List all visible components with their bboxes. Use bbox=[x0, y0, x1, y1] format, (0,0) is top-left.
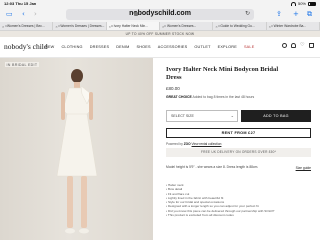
nav-item-accessories[interactable]: ACCESSORIES bbox=[158, 45, 188, 49]
model-photo bbox=[56, 69, 98, 234]
model-size-info: Model height is 5'9" - she wears a size … bbox=[166, 165, 259, 169]
main-nav: NEW CLOTHING DRESSES DENIM SHOES ACCESSO… bbox=[45, 45, 254, 49]
url-text: nobodyschild.com bbox=[129, 10, 191, 17]
product-price: £80.00 bbox=[166, 86, 180, 91]
browser-tab[interactable]: × Women's Dresses | Bec... bbox=[0, 22, 54, 30]
battery-icon bbox=[308, 1, 316, 6]
nav-item-clothing[interactable]: CLOTHING bbox=[61, 45, 82, 49]
popularity-note: GREAT CHOICE Added to bag 8 times in the… bbox=[166, 95, 255, 99]
heart-icon[interactable]: ♡ bbox=[300, 43, 305, 48]
nav-item-sale[interactable]: SALE bbox=[244, 45, 255, 49]
back-icon[interactable]: ‹ bbox=[22, 10, 25, 18]
lock-icon bbox=[134, 12, 138, 16]
site-logo[interactable]: nobody's child bbox=[4, 42, 48, 51]
share-icon[interactable]: ⇪ bbox=[276, 10, 282, 18]
nav-item-outlet[interactable]: OUTLET bbox=[194, 45, 210, 49]
product-badge: IN BRIDAL EDIT bbox=[5, 62, 39, 68]
favicon-icon bbox=[217, 25, 220, 27]
status-indicators: 50% bbox=[290, 1, 316, 6]
tab-overview-icon[interactable]: ⧉ bbox=[307, 10, 312, 18]
browser-tab[interactable]: × Women's Dresses | Dresses... bbox=[53, 22, 107, 30]
product-title: Ivory Halter Neck Mini Bodycon Bridal Dr… bbox=[166, 66, 279, 81]
reload-icon[interactable]: ↻ bbox=[245, 10, 250, 17]
product-image[interactable]: IN BRIDAL EDIT bbox=[0, 58, 153, 240]
favicon-icon bbox=[4, 25, 7, 27]
bag-icon[interactable] bbox=[309, 43, 314, 48]
add-to-bag-button[interactable]: ADD TO BAG bbox=[241, 110, 311, 122]
favicon-icon bbox=[57, 25, 60, 27]
browser-toolbar: ▭ ‹ › • • • nobodyschild.com ↻ ⇪ + ⧉ bbox=[0, 7, 320, 22]
nav-item-dresses[interactable]: DRESSES bbox=[90, 45, 110, 49]
nav-item-new[interactable]: NEW bbox=[45, 45, 54, 49]
close-icon[interactable]: × bbox=[2, 22, 4, 30]
nav-item-denim[interactable]: DENIM bbox=[116, 45, 129, 49]
rental-provider: Powered by ZOO View rental collection bbox=[166, 142, 222, 146]
browser-tab[interactable]: × Winter Wardrobe Ba... bbox=[267, 22, 320, 30]
delivery-banner: FREE UK DELIVERY ON ORDERS OVER £50* bbox=[166, 148, 311, 157]
browser-tab-active[interactable]: × Ivory Halter Neck Min... bbox=[106, 22, 160, 30]
purchase-row: SELECT SIZE ⌄ ADD TO BAG bbox=[166, 110, 311, 122]
new-tab-icon[interactable]: + bbox=[293, 10, 299, 18]
site-header: nobody's child NEW CLOTHING DRESSES DENI… bbox=[0, 37, 320, 58]
header-icons: ♡ bbox=[282, 43, 314, 48]
size-guide-link[interactable]: Size guide bbox=[296, 166, 311, 170]
nav-item-shoes[interactable]: SHOES bbox=[136, 45, 150, 49]
tab-strip: × Women's Dresses | Bec... × Women's Dress… bbox=[0, 22, 320, 31]
status-time: 12:03 Thu 15 Jan bbox=[4, 1, 37, 6]
browser-tab[interactable]: × Women's Dresses... bbox=[160, 22, 214, 30]
forward-icon[interactable]: › bbox=[34, 10, 37, 18]
user-icon[interactable] bbox=[291, 43, 296, 48]
search-icon[interactable] bbox=[282, 43, 287, 48]
rental-collection-link[interactable]: View rental collection bbox=[192, 142, 222, 146]
zoo-logo: ZOO bbox=[183, 142, 191, 146]
product-details: Ivory Halter Neck Mini Bodycon Bridal Dr… bbox=[166, 66, 311, 217]
nav-item-explore[interactable]: EXPLORE bbox=[218, 45, 237, 49]
address-bar[interactable]: nobodyschild.com ↻ bbox=[66, 9, 254, 20]
list-item: This product is excluded from all discou… bbox=[166, 213, 306, 217]
size-select[interactable]: SELECT SIZE ⌄ bbox=[166, 110, 238, 122]
battery-percent: 50% bbox=[297, 1, 306, 6]
chevron-down-icon: ⌄ bbox=[230, 113, 234, 118]
status-bar: 12:03 Thu 15 Jan 50% bbox=[0, 0, 320, 7]
browser-tab[interactable]: × Guide to Wedding Gu... bbox=[213, 22, 267, 30]
wifi-icon bbox=[290, 1, 296, 6]
feature-list: Halter neck Bow detail Fit and flare cut… bbox=[166, 183, 306, 217]
rent-button[interactable]: RENT FROM £27 bbox=[166, 128, 311, 138]
sidebar-toggle-icon[interactable]: ▭ bbox=[6, 10, 13, 18]
